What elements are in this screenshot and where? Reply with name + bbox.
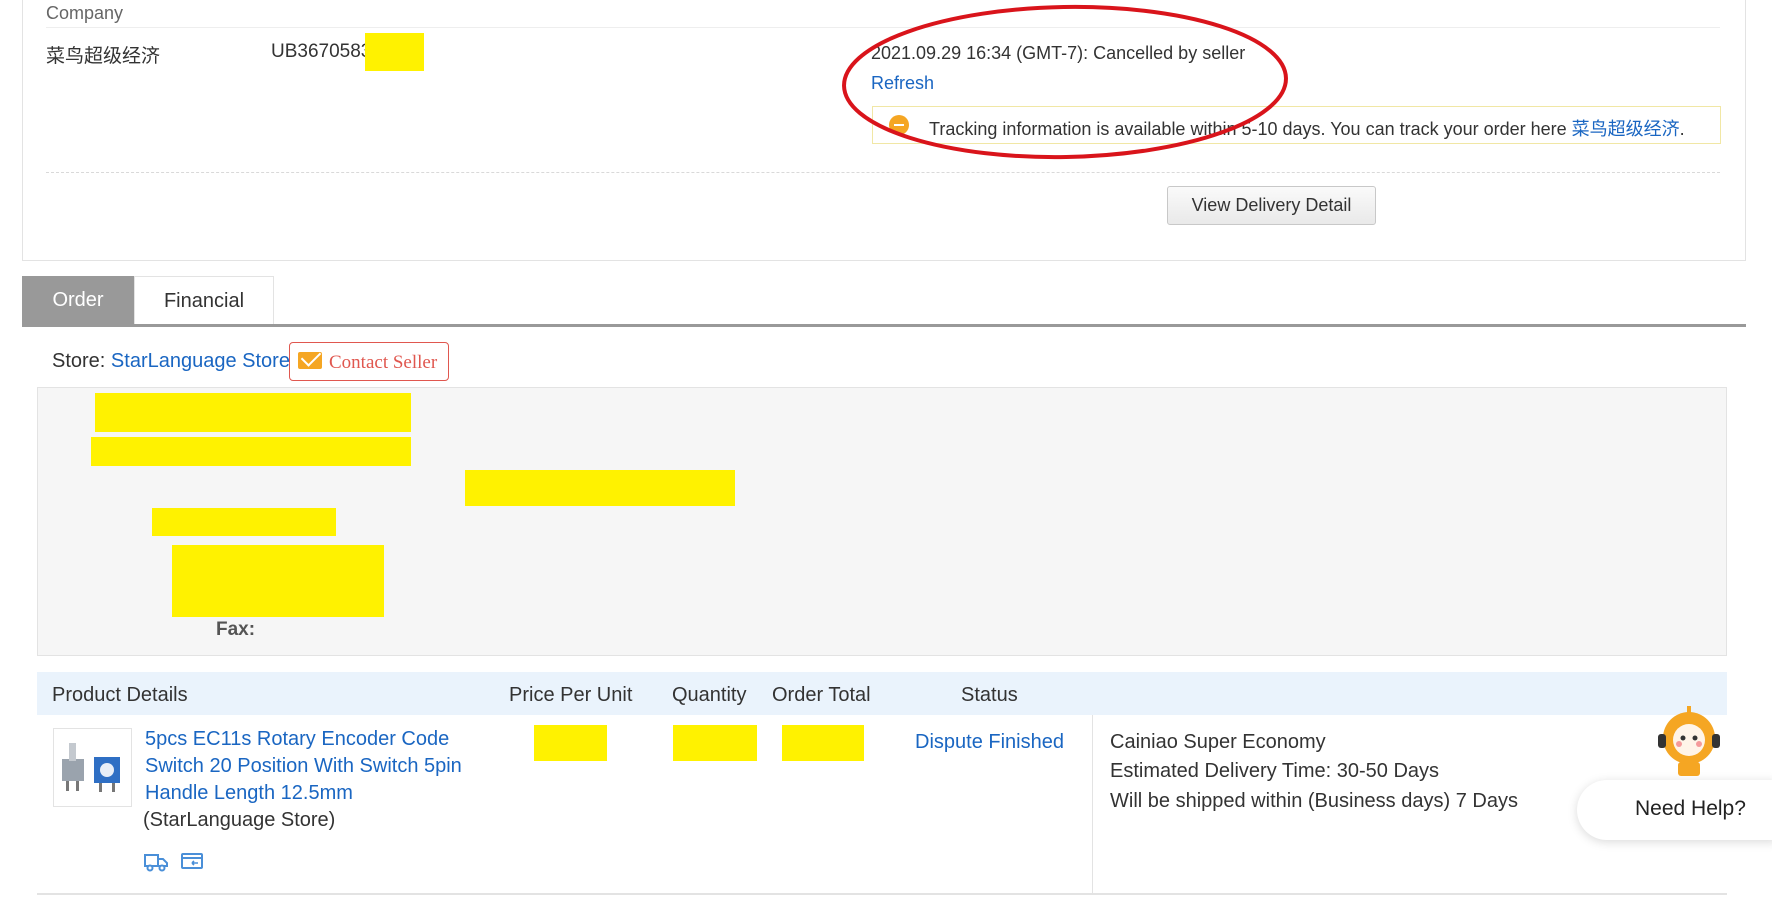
tracking-number: UB3670583 [271, 41, 371, 63]
header-order-total: Order Total [772, 684, 871, 706]
notice-end: . [1679, 119, 1685, 139]
carrier-name: 菜鸟超级经济 [46, 46, 161, 67]
header-price-per-unit: Price Per Unit [509, 684, 633, 706]
product-title-link[interactable]: 5pcs EC11s Rotary Encoder Code Switch 20… [145, 726, 475, 807]
redaction-address-line [91, 437, 411, 466]
contact-seller-button[interactable]: Contact Seller [289, 342, 449, 381]
ship-within: Will be shipped within (Business days) 7… [1110, 790, 1518, 812]
fax-label: Fax: [216, 619, 256, 640]
product-thumbnail[interactable] [53, 728, 132, 807]
need-help-widget[interactable]: Need Help? [1577, 780, 1772, 840]
mascot-icon[interactable] [1654, 704, 1724, 776]
tab-underline [22, 324, 1746, 327]
store-prefix: Store: [52, 350, 111, 372]
header-product-details: Product Details [52, 684, 188, 706]
header-status: Status [961, 684, 1018, 706]
shipping-method: Cainiao Super Economy [1110, 731, 1326, 753]
redaction-address-city [152, 508, 336, 536]
card-icon[interactable] [180, 851, 204, 871]
redaction-tracking-suffix [365, 33, 424, 71]
redaction-address-phone [465, 470, 735, 506]
estimated-delivery-time: Estimated Delivery Time: 30-50 Days [1110, 760, 1440, 782]
logistics-column-header: Company [46, 3, 124, 23]
store-link[interactable]: StarLanguage Store [111, 350, 290, 372]
redaction-address-zip [172, 545, 384, 617]
table-header: Product Details Price Per Unit Quantity … [37, 672, 1727, 715]
redaction-total [782, 725, 864, 761]
tab-order[interactable]: Order [22, 276, 134, 325]
product-store-name: (StarLanguage Store) [143, 809, 336, 831]
redaction-quantity [673, 725, 757, 761]
need-help-label: Need Help? [1635, 797, 1746, 820]
redaction-address-name [95, 393, 411, 432]
rotary-encoder-image [62, 743, 120, 792]
header-quantity: Quantity [672, 684, 747, 706]
redaction-price [534, 725, 607, 761]
envelope-icon [298, 352, 322, 369]
truck-icon[interactable] [143, 851, 169, 873]
carrier-tracking-link[interactable]: 菜鸟超级经济 [1572, 119, 1680, 139]
dispute-status-link[interactable]: Dispute Finished [915, 731, 1064, 754]
annotation-circle [842, 4, 1288, 160]
tab-financial[interactable]: Financial [134, 276, 274, 325]
tracking-number-text: UB3670583 [271, 41, 372, 62]
column-divider [1092, 715, 1093, 893]
store-row: Store: StarLanguage Store [52, 350, 290, 373]
dotted-divider [46, 172, 1720, 173]
view-delivery-detail-button[interactable]: View Delivery Detail [1167, 186, 1376, 225]
contact-seller-label: Contact Seller [329, 352, 438, 373]
